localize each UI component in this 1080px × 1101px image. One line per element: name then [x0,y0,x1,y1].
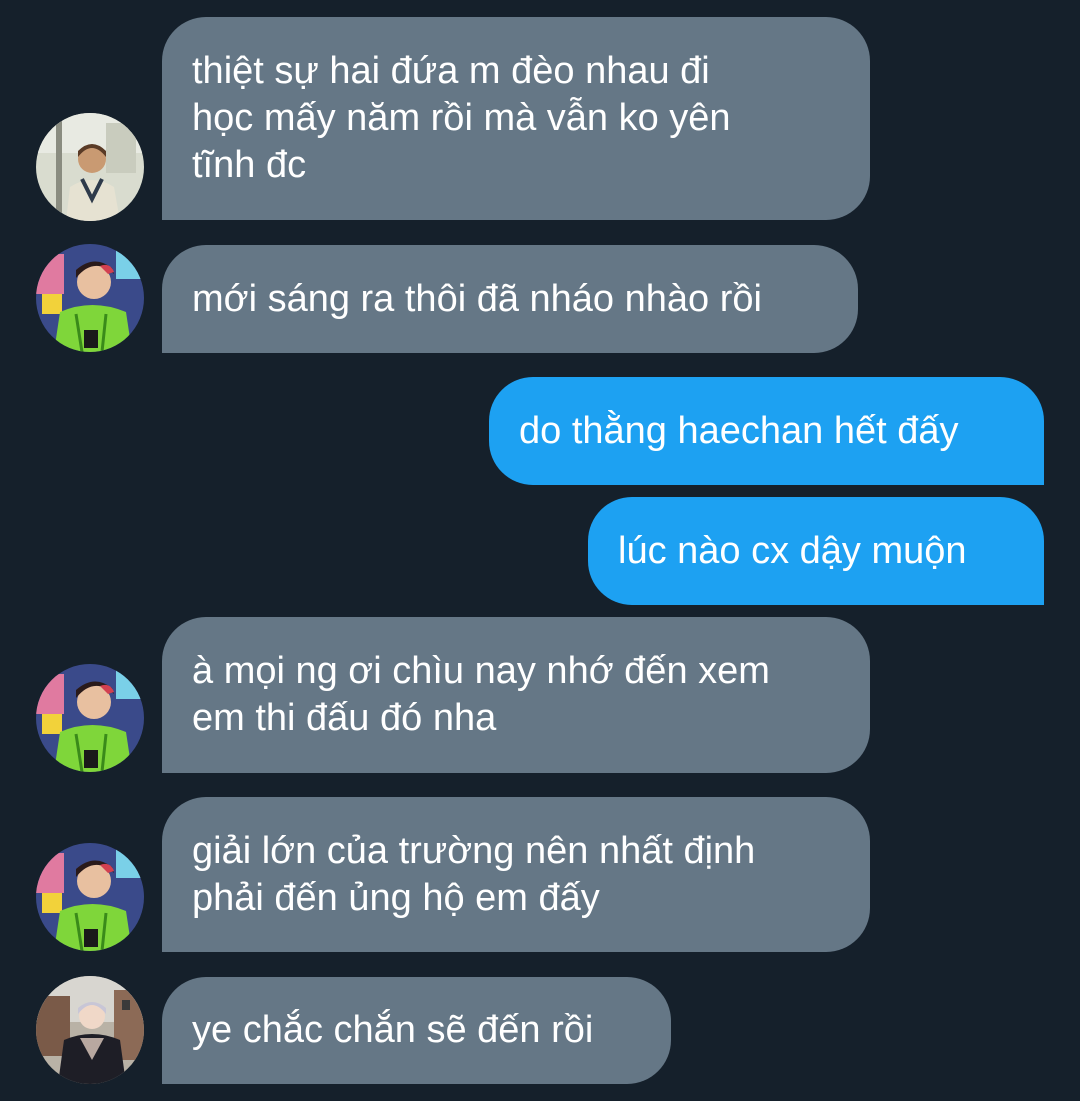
message-text: mới sáng ra thôi đã nháo nhào rồi [192,276,762,323]
avatar-green-jacket[interactable] [36,843,144,951]
message-text-line: do thằng haechan hết đấy [519,409,959,452]
avatar-green-jacket[interactable] [36,664,144,772]
message-text: ye chắc chắn sẽ đến rồi [192,1007,593,1054]
message-text-line: giải lớn của trường nên nhất định [192,829,756,872]
message-text-line: ye chắc chắn sẽ đến rồi [192,1009,594,1051]
message-text: lúc nào cx dậy muộn [618,528,967,575]
message-text-line: thiệt sự hai đứa m đèo nhau đi [192,50,710,92]
message-text: thiệt sự hai đứa m đèo nhau đi học mấy nă… [192,48,731,189]
message-bubble-received[interactable]: giải lớn của trường nên nhất định phải đế… [162,797,870,952]
avatar-boy-in-sweater[interactable] [36,113,144,221]
message-bubble-received[interactable]: mới sáng ra thôi đã nháo nhào rồi [162,245,858,353]
message-text: à mọi ng ơi chìu nay nhớ đến xem em thi đ… [192,648,770,742]
avatar-green-jacket[interactable] [36,244,144,352]
message-text: giải lớn của trường nên nhất định phải đế… [192,828,755,922]
message-bubble-received[interactable]: ye chắc chắn sẽ đến rồi [162,977,671,1084]
message-text-line: học mấy năm rồi mà vẫn ko yên [192,97,731,139]
message-text-line: mới sáng ra thôi đã nháo nhào rồi [192,277,762,320]
message-text-line: phải đến ủng hộ em đấy [192,876,600,919]
message-text-line: lúc nào cx dậy muộn [618,529,967,572]
message-bubble-sent[interactable]: lúc nào cx dậy muộn [588,497,1044,605]
message-text-line: tĩnh đc [192,144,307,186]
message-text-line: à mọi ng ơi chìu nay nhớ đến xem [192,650,770,692]
message-bubble-sent[interactable]: do thằng haechan hết đấy [489,377,1044,485]
avatar-black-jacket[interactable] [36,976,144,1084]
message-bubble-received[interactable]: à mọi ng ơi chìu nay nhớ đến xem em thi đ… [162,617,870,773]
message-text: do thằng haechan hết đấy [519,408,959,455]
message-text-line: em thi đấu đó nha [192,697,497,739]
message-bubble-received[interactable]: thiệt sự hai đứa m đèo nhau đi học mấy nă… [162,17,870,220]
